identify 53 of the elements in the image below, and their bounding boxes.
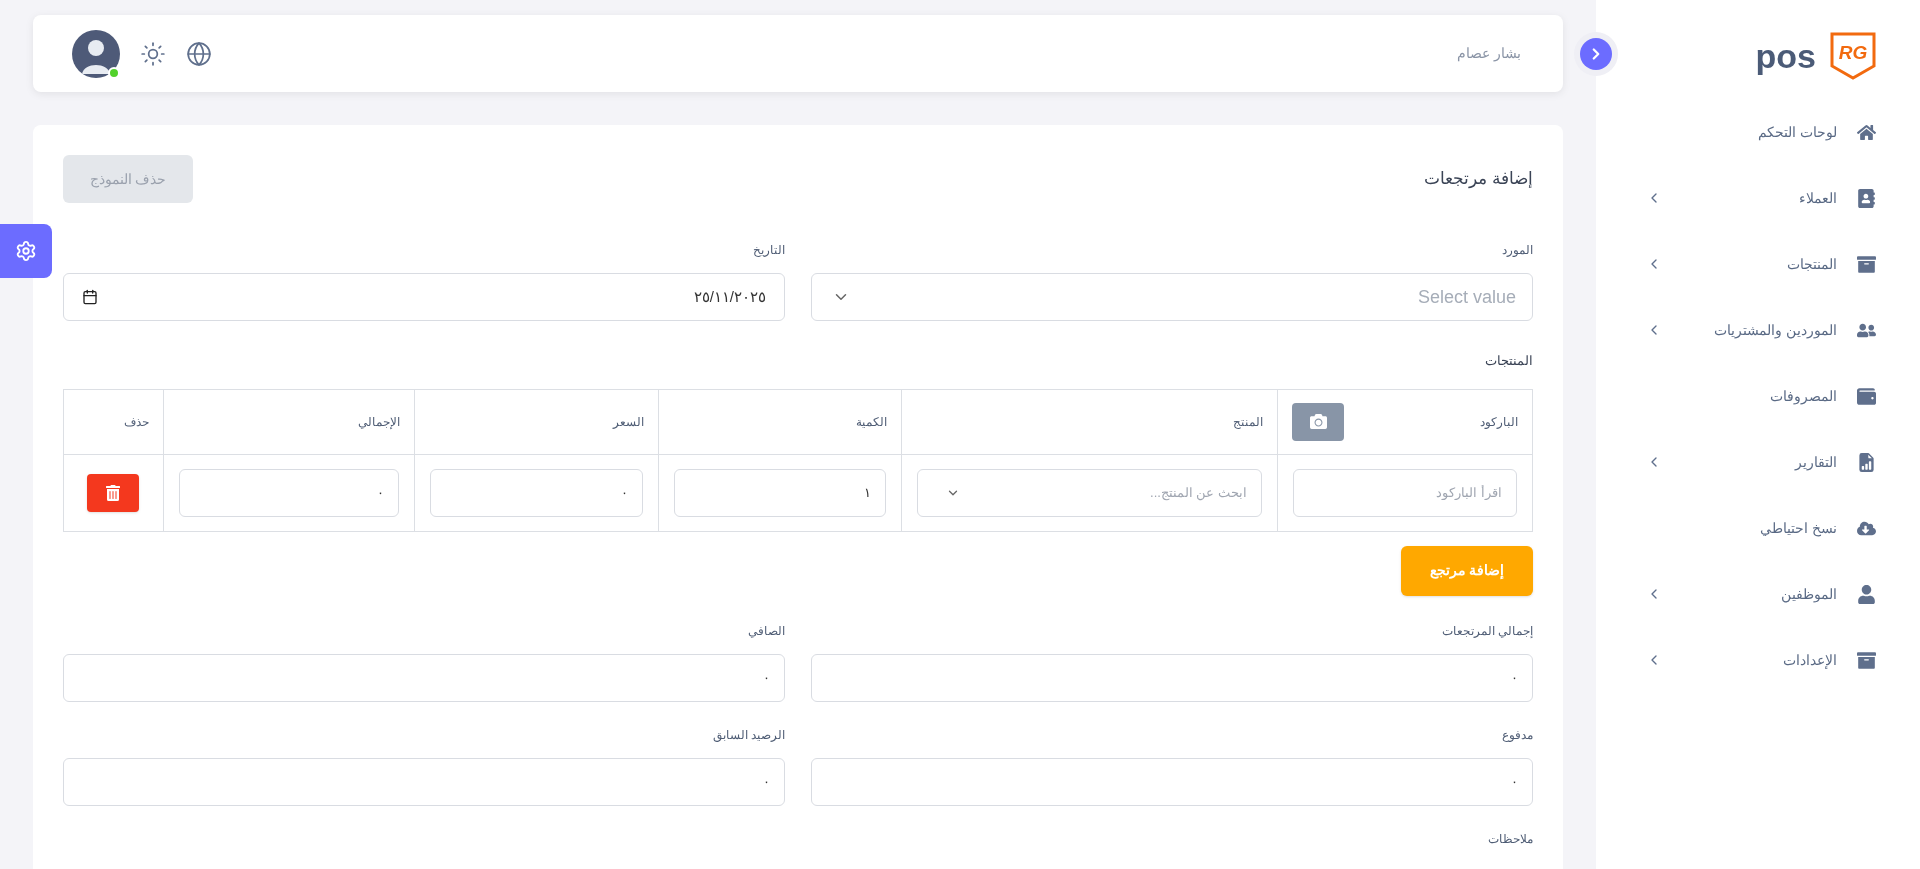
column-header: المنتج — [901, 389, 1278, 454]
brand-name: pos — [1755, 39, 1816, 73]
total-field[interactable]: ٠ — [178, 468, 399, 517]
field-label: التاريخ — [753, 242, 785, 259]
sidebar-item[interactable]: لوحات التحكم — [1596, 99, 1920, 165]
sidebar-item[interactable]: الموظفين — [1596, 561, 1920, 627]
camera-button[interactable] — [1292, 402, 1345, 441]
input-field[interactable]: ٠ — [811, 757, 1533, 806]
sidebar-item[interactable]: المصروفات — [1596, 363, 1920, 429]
sidebar-item[interactable]: الإعدادات — [1596, 627, 1920, 693]
wallet-icon — [1857, 386, 1876, 406]
field-label: مدفوع — [1502, 726, 1533, 744]
input-field[interactable]: ٠ — [63, 653, 785, 702]
sidebar-item[interactable]: المنتجات — [1596, 231, 1920, 297]
sidebar-item[interactable]: نسخ احتياطي — [1596, 495, 1920, 561]
camera-icon — [1309, 413, 1327, 430]
field-label: إجمالي المرتجعات — [1441, 622, 1533, 640]
input-field[interactable]: ٠ — [811, 653, 1533, 702]
settings-icon — [15, 240, 37, 262]
field-label: الرصيد السابق — [712, 726, 785, 744]
user-icon — [1857, 584, 1876, 604]
chart-file-icon — [1857, 452, 1876, 472]
trash-icon — [105, 484, 122, 501]
archive-icon — [1857, 650, 1876, 670]
settings-button[interactable] — [0, 224, 52, 278]
field-label: الصافي — [748, 622, 785, 640]
calendar-icon — [82, 289, 98, 305]
avatar[interactable] — [72, 29, 120, 78]
column-header: الإجمالي — [163, 389, 415, 454]
price-field[interactable]: ٠ — [429, 468, 644, 517]
globe-icon[interactable] — [186, 40, 212, 67]
sidebar-item[interactable]: الموردين والمشتريات — [1596, 297, 1920, 363]
home-icon — [1857, 122, 1876, 142]
sidebar-item[interactable]: التقارير — [1596, 429, 1920, 495]
logo-icon: RG — [1830, 32, 1876, 80]
sidebar-item[interactable]: العملاء — [1596, 165, 1920, 231]
user-name: بشار عصام — [1457, 44, 1521, 64]
quantity-field[interactable]: ١ — [674, 468, 887, 517]
archive-icon — [1857, 254, 1876, 274]
section-label: المنتجات — [1484, 352, 1533, 370]
select-placeholder: Select value — [1417, 285, 1516, 309]
field-label: المورد — [1502, 242, 1533, 259]
delete-row-button[interactable] — [87, 473, 140, 512]
date-field[interactable]: ٢٥/١١/٢٠٢٥ — [63, 273, 785, 321]
column-header: حذف — [63, 389, 164, 454]
column-header: السعر — [414, 389, 659, 454]
address-book-icon — [1857, 188, 1876, 208]
column-label: الباركود — [1480, 413, 1518, 431]
field-label: ملاحظات — [1487, 830, 1533, 848]
column-header: الكمية — [658, 389, 902, 454]
form-title: إضافة مرتجعات — [1424, 168, 1533, 191]
input-field[interactable]: ٠ — [63, 757, 785, 806]
sun-icon[interactable] — [140, 40, 166, 67]
